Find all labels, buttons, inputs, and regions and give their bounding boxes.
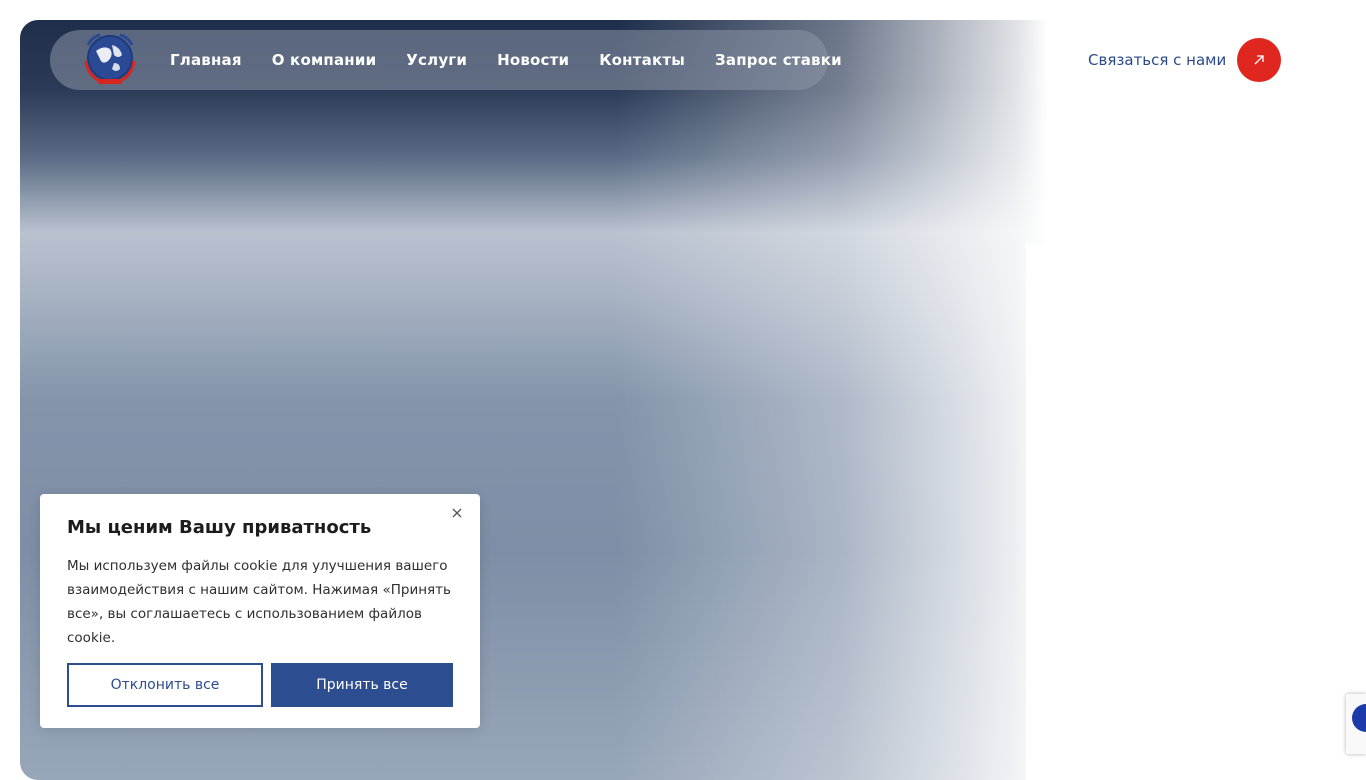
company-logo[interactable] [78, 31, 142, 87]
nav-item-services[interactable]: Услуги [406, 51, 467, 69]
arrow-up-right-icon [1237, 38, 1281, 82]
recaptcha-icon [1352, 704, 1366, 732]
main-navigation: Главная О компании Услуги Новости Контак… [50, 30, 842, 90]
accept-all-button[interactable]: Принять все [271, 663, 453, 707]
nav-items: Главная О компании Услуги Новости Контак… [170, 51, 842, 69]
nav-item-about[interactable]: О компании [272, 51, 377, 69]
nav-item-contacts[interactable]: Контакты [599, 51, 685, 69]
nav-item-news[interactable]: Новости [497, 51, 569, 69]
hero-right-panel [1026, 245, 1346, 780]
contact-us-button[interactable]: Связаться с нами [1058, 31, 1286, 89]
nav-item-rate-request[interactable]: Запрос ставки [715, 51, 842, 69]
recaptcha-badge[interactable] [1346, 694, 1366, 754]
contact-us-label: Связаться с нами [1088, 51, 1227, 69]
decline-all-button[interactable]: Отклонить все [67, 663, 263, 707]
cookie-consent-dialog: Мы ценим Вашу приватность Мы используем … [40, 494, 480, 728]
cookie-description: Мы используем файлы cookie для улучшения… [67, 558, 451, 646]
close-icon[interactable] [448, 504, 466, 522]
cookie-title: Мы ценим Вашу приватность [67, 517, 372, 538]
nav-item-home[interactable]: Главная [170, 51, 242, 69]
cookie-buttons: Отклонить все Принять все [67, 663, 453, 707]
globe-logo-icon [84, 33, 136, 85]
